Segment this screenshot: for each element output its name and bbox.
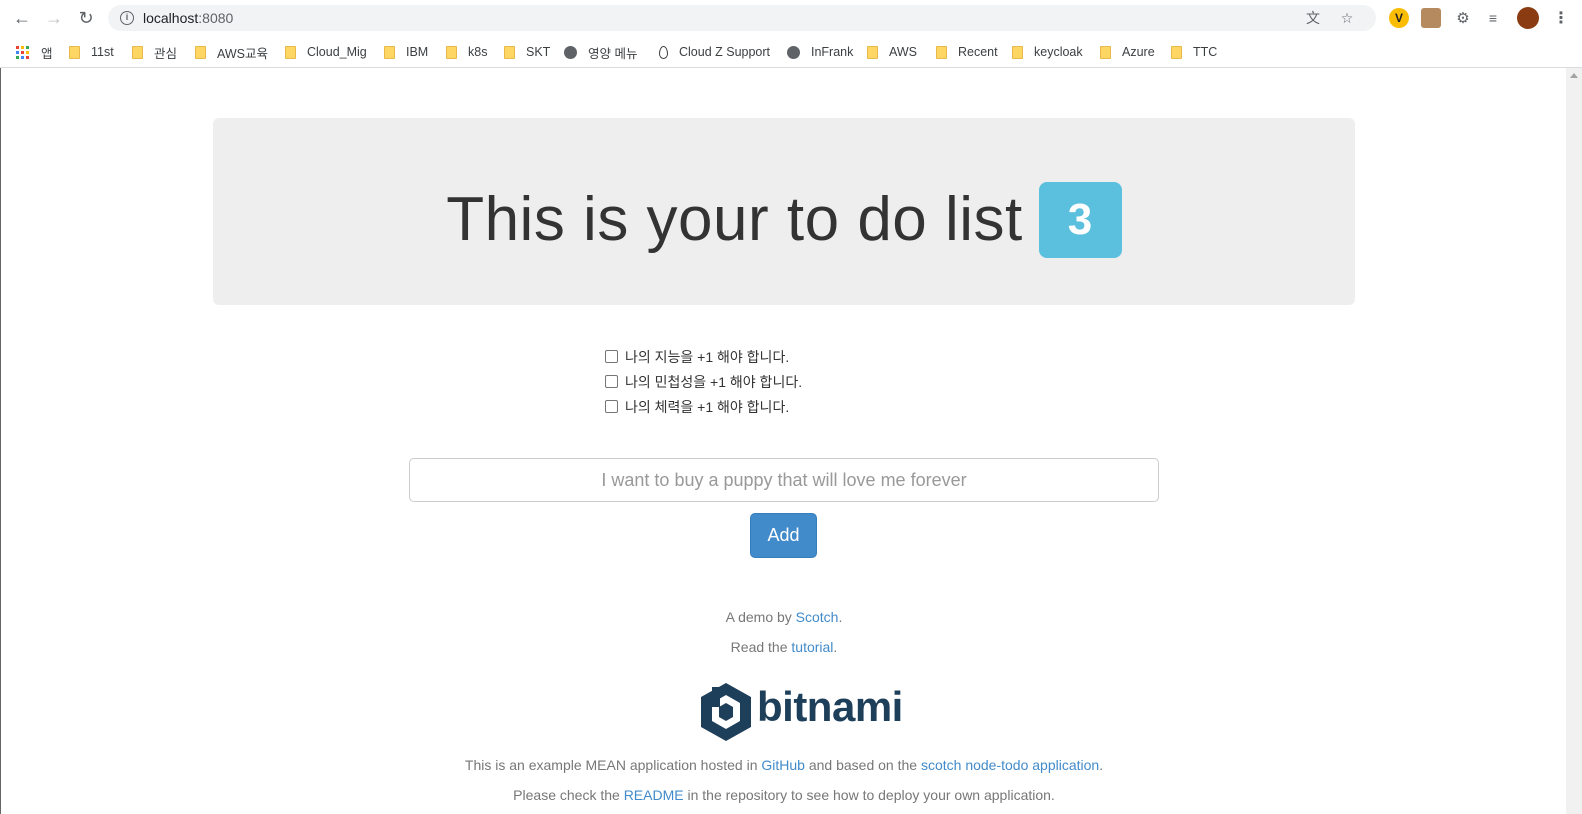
todo-text: 나의 지능을 +1 해야 합니다. [625,348,790,365]
drop-icon [659,45,668,59]
new-todo-input[interactable]: I want to buy a puppy that will love me … [409,458,1159,502]
url-text[interactable]: localhost:8080 [143,10,233,26]
demo-credit: A demo by Scotch. [725,609,843,625]
translate-icon[interactable]: 文 [1304,9,1322,27]
page-title: This is your to do list 3 [213,180,1355,258]
info-icon[interactable]: i [120,11,134,25]
todo-text: 나의 민첩성을 +1 해야 합니다. [625,373,803,390]
page-content: This is your to do list 3 나의 지능을 +1 해야 합니… [0,68,1566,814]
todo-checkbox[interactable] [605,375,618,388]
todo-checkbox[interactable] [605,350,618,363]
media-queue-icon[interactable]: ≡ [1483,8,1503,28]
bookmark-azure[interactable]: Azure [1100,42,1155,62]
avatar[interactable] [1517,7,1539,29]
bookmark-ibm[interactable]: IBM [384,42,428,62]
bookmark-ttc[interactable]: TTC [1171,42,1217,62]
todo-checkbox[interactable] [605,400,618,413]
bookmark-apps[interactable]: 앱 [16,42,53,62]
folder-icon [446,45,457,59]
bookmark-nutrition-menu[interactable]: 영양 메뉴 [564,42,637,62]
puzzle-icon[interactable]: ⚙ [1453,8,1473,28]
todo-item[interactable]: 나의 체력을 +1 해야 합니다. [605,394,802,419]
bookmark-cloud-mig[interactable]: Cloud_Mig [285,42,367,62]
header-jumbotron: This is your to do list 3 [213,118,1355,305]
folder-icon [1100,45,1111,59]
bookmark-aws[interactable]: AWS [867,42,917,62]
todo-item[interactable]: 나의 민첩성을 +1 해야 합니다. [605,369,802,394]
bookmark-aws-education[interactable]: AWS교육 [195,42,268,62]
bookmark-k8s[interactable]: k8s [446,42,487,62]
bookmark-skt[interactable]: SKT [504,42,550,62]
example-line: This is an example MEAN application host… [464,757,1104,773]
readme-link[interactable]: README [624,787,684,803]
bitnami-wordmark: bitnami [757,683,903,730]
bookmarks-bar: 앱 11st 관심 AWS교육 Cloud_Mig IBM k8s SKT 영양… [0,36,1582,68]
folder-icon [132,45,143,59]
extension-cat-icon[interactable] [1421,8,1441,28]
github-link[interactable]: GitHub [761,757,805,773]
back-icon[interactable]: ← [10,7,34,29]
extension-v-icon[interactable]: V [1389,8,1409,28]
folder-icon [867,45,878,59]
address-bar[interactable]: i localhost:8080 文 ☆ [108,5,1376,31]
menu-icon[interactable]: ⋮ [1551,8,1571,28]
star-icon[interactable]: ☆ [1338,9,1356,27]
scotch-link[interactable]: Scotch [796,609,839,625]
reload-icon[interactable]: ↻ [74,7,98,29]
bitnami-logo[interactable]: bitnami [698,681,903,743]
folder-icon [1171,45,1182,59]
bitnami-hexagon-icon [701,683,751,741]
bookmark-cloud-z-support[interactable]: Cloud Z Support [659,42,770,62]
folder-icon [285,45,296,59]
tutorial-line: Read the tutorial. [730,639,838,655]
bookmark-11st[interactable]: 11st [69,42,114,62]
folder-icon [936,45,947,59]
bookmark-recent[interactable]: Recent [936,42,998,62]
node-todo-link[interactable]: scotch node-todo application [921,757,1099,773]
folder-icon [195,45,206,59]
page-title-text: This is your to do list [446,185,1023,255]
folder-icon [504,45,515,59]
scrollbar[interactable] [1566,68,1582,814]
bookmark-infrank[interactable]: InFrank [787,42,853,62]
folder-icon [69,45,80,59]
todo-count-badge: 3 [1038,181,1122,258]
todo-list: 나의 지능을 +1 해야 합니다. 나의 민첩성을 +1 해야 합니다. 나의 … [605,344,802,419]
tutorial-link[interactable]: tutorial [791,639,833,655]
folder-icon [384,45,395,59]
globe-icon [787,45,800,59]
globe-icon [564,45,577,59]
todo-item[interactable]: 나의 지능을 +1 해야 합니다. [605,344,802,369]
folder-icon [1012,45,1023,59]
bookmark-interest[interactable]: 관심 [132,42,177,62]
todo-text: 나의 체력을 +1 해야 합니다. [625,398,790,415]
add-button[interactable]: Add [750,513,817,558]
scroll-up-icon[interactable] [1570,73,1578,78]
forward-icon[interactable]: → [42,7,66,29]
apps-icon [16,45,29,59]
browser-toolbar: ← → ↻ i localhost:8080 文 ☆ V ⚙ ≡ ⋮ [0,0,1582,36]
readme-line: Please check the README in the repositor… [513,787,1055,803]
bookmark-keycloak[interactable]: keycloak [1012,42,1083,62]
